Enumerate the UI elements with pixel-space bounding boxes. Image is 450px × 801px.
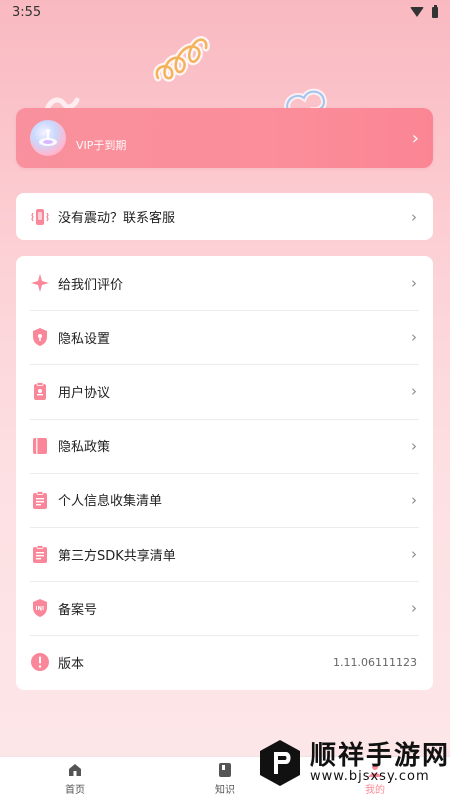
menu-item-label: 用户协议: [58, 385, 111, 401]
menu-item-user-agreement[interactable]: 用户协议 ›: [16, 364, 433, 418]
menu-item-third-party-sdk-list[interactable]: 第三方SDK共享清单 ›: [16, 526, 433, 581]
tab-label: 知识: [215, 785, 235, 796]
menu-item-icp-filing[interactable]: 备案号 ›: [16, 581, 433, 635]
vip-emblem-icon: [39, 129, 57, 146]
menu-item-label: 隐私政策: [58, 440, 111, 456]
chevron-right-icon: ›: [411, 545, 417, 564]
menu-item-privacy-policy[interactable]: 隐私政策 ›: [16, 418, 433, 473]
menu-item-privacy-settings[interactable]: 隐私设置 ›: [16, 310, 433, 364]
avatar: [30, 120, 66, 156]
version-value: 1.11.06111123: [333, 655, 417, 669]
chevron-right-icon: ›: [411, 207, 417, 226]
chevron-right-icon: ›: [411, 599, 417, 618]
menu-item-label: 隐私设置: [58, 331, 111, 347]
menu-item-personal-info-list[interactable]: 个人信息收集清单 ›: [16, 472, 433, 527]
vip-expiry-text: VIP于到期: [76, 139, 127, 152]
watermark-subtitle: www.bjsxsy.com: [310, 769, 430, 784]
clipboard-share-icon: [30, 544, 50, 564]
chevron-right-icon: ›: [411, 490, 417, 509]
squiggle-decoration: [153, 36, 210, 82]
status-icons: [410, 4, 438, 18]
shield-lock-icon: [30, 327, 50, 347]
battery-icon: [432, 4, 438, 18]
tab-home[interactable]: 首页: [30, 762, 120, 796]
menu-item-rate-us[interactable]: 给我们评价 ›: [16, 256, 433, 310]
info-alert-icon: [30, 652, 50, 672]
knowledge-icon: [219, 763, 231, 777]
settings-menu-card: 给我们评价 › 隐私设置 › 用户协议 › 隐私政策 › 个人信息收集清单 › …: [16, 256, 433, 690]
chevron-right-icon: ›: [411, 328, 417, 347]
watermark-logo-icon: [260, 740, 300, 786]
star-sparkle-icon: [30, 273, 50, 293]
tab-label: 首页: [65, 785, 85, 796]
vibration-phone-icon: [30, 207, 50, 227]
watermark-title: 顺祥手游网: [310, 741, 450, 771]
home-icon: [69, 764, 81, 776]
chevron-right-icon: ›: [411, 274, 417, 293]
chevron-right-icon: ›: [411, 382, 417, 401]
version-label: 版本: [58, 656, 85, 672]
menu-item-label: 个人信息收集清单: [58, 494, 163, 510]
menu-item-label: 给我们评价: [58, 277, 124, 293]
wifi-icon: [410, 7, 424, 17]
watermark-text: 顺祥手游网 www.bjsxsy.com: [310, 742, 450, 784]
contact-service-card[interactable]: 没有震动？联系客服 ›: [16, 193, 433, 240]
vip-card[interactable]: VIP于到期 ›: [16, 108, 433, 168]
contact-service-row[interactable]: 没有震动？联系客服 ›: [16, 193, 433, 240]
menu-item-label: 第三方SDK共享清单: [58, 548, 176, 564]
status-bar: 3:55: [0, 0, 450, 24]
icp-badge-icon: [30, 598, 50, 618]
menu-item-version: 版本 1.11.06111123: [16, 635, 433, 689]
contact-service-label: 没有震动？联系客服: [58, 211, 176, 226]
chevron-right-icon: ›: [411, 127, 419, 149]
book-icon: [30, 436, 50, 456]
chevron-right-icon: ›: [411, 436, 417, 455]
agreement-icon: [30, 381, 50, 401]
watermark: 顺祥手游网 www.bjsxsy.com: [256, 738, 450, 788]
menu-item-label: 备案号: [58, 602, 98, 618]
clipboard-list-icon: [30, 490, 50, 510]
status-time: 3:55: [12, 4, 42, 20]
